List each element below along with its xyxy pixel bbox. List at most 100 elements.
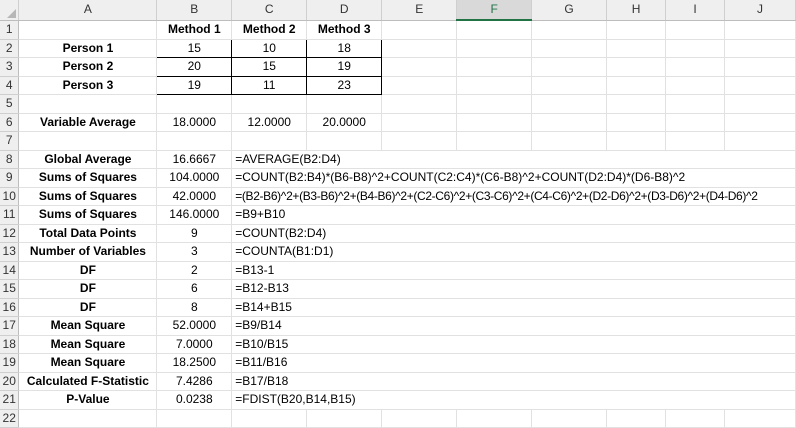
cell-c21-formula[interactable]: =FDIST(B20,B14,B15) [231, 390, 796, 410]
cell[interactable] [306, 94, 383, 114]
row-number[interactable]: 10 [0, 187, 20, 206]
column-header-g[interactable]: G [531, 0, 608, 21]
cell-b12[interactable]: 9 [156, 224, 233, 243]
cell-a15[interactable]: DF [18, 279, 158, 299]
column-header-d[interactable]: D [306, 0, 383, 21]
cell-d4[interactable]: 23 [306, 75, 383, 95]
cell-c4[interactable]: 11 [231, 75, 308, 95]
cell[interactable] [531, 113, 608, 132]
cell-b20[interactable]: 7.4286 [156, 372, 233, 391]
cell[interactable] [665, 113, 725, 132]
cell-c3[interactable]: 15 [231, 57, 308, 77]
row-number[interactable]: 14 [0, 261, 20, 280]
cell-b8[interactable]: 16.6667 [156, 150, 233, 169]
cell-a12[interactable]: Total Data Points [18, 224, 158, 243]
row-number[interactable]: 12 [0, 224, 20, 243]
cell-c9-formula[interactable]: =COUNT(B2:B4)*(B6-B8)^2+COUNT(C2:C4)*(C6… [231, 168, 796, 188]
cell[interactable] [231, 131, 308, 151]
cell-a6[interactable]: Variable Average [18, 113, 158, 132]
cell-d2[interactable]: 18 [306, 38, 383, 58]
row-number[interactable]: 5 [0, 94, 20, 114]
row-number[interactable]: 18 [0, 335, 20, 354]
row-number[interactable]: 4 [0, 76, 20, 95]
cell-b3[interactable]: 20 [156, 57, 233, 77]
cell[interactable] [665, 20, 725, 40]
row-number[interactable]: 19 [0, 353, 20, 373]
cell[interactable] [531, 57, 608, 77]
cell-a4[interactable]: Person 3 [18, 76, 158, 95]
column-header-a[interactable]: A [18, 0, 158, 21]
cell-b21[interactable]: 0.0238 [156, 390, 233, 410]
row-number[interactable]: 3 [0, 57, 20, 77]
cell-c1[interactable]: Method 2 [231, 20, 308, 40]
cell-c11-formula[interactable]: =B9+B10 [231, 205, 796, 225]
column-header-j[interactable]: J [724, 0, 796, 21]
cell-a17[interactable]: Mean Square [18, 316, 158, 336]
cell-b19[interactable]: 18.2500 [156, 353, 233, 373]
cell-b10[interactable]: 42.0000 [156, 187, 233, 206]
column-header-f[interactable]: F [456, 0, 533, 21]
cell-a16[interactable]: DF [18, 298, 158, 317]
cell-c6[interactable]: 12.0000 [231, 113, 308, 132]
cell[interactable] [531, 20, 608, 40]
cell[interactable] [606, 94, 667, 114]
cell-a1[interactable] [18, 20, 158, 40]
cell[interactable] [606, 39, 667, 58]
cell[interactable] [606, 57, 667, 77]
cell[interactable] [381, 57, 458, 77]
row-number[interactable]: 21 [0, 390, 20, 410]
column-header-b[interactable]: B [156, 0, 233, 21]
cell-b14[interactable]: 2 [156, 261, 233, 280]
row-number[interactable]: 1 [0, 20, 20, 40]
cell-a10[interactable]: Sums of Squares [18, 187, 158, 206]
cell[interactable] [456, 131, 533, 151]
cell-b11[interactable]: 146.0000 [156, 205, 233, 225]
row-number[interactable]: 7 [0, 131, 20, 151]
row-number[interactable]: 20 [0, 372, 20, 391]
cell[interactable] [665, 76, 725, 95]
cell-b15[interactable]: 6 [156, 279, 233, 299]
cell-b16[interactable]: 8 [156, 298, 233, 317]
row-number[interactable]: 9 [0, 168, 20, 188]
cell-c20-formula[interactable]: =B17/B18 [231, 372, 796, 391]
row-number[interactable]: 13 [0, 242, 20, 262]
cell-b2[interactable]: 15 [156, 38, 233, 58]
row-number[interactable]: 11 [0, 205, 20, 225]
cell[interactable] [531, 94, 608, 114]
row-number[interactable]: 8 [0, 150, 20, 169]
cell[interactable] [724, 39, 796, 58]
cell-b1[interactable]: Method 1 [156, 20, 233, 40]
cell[interactable] [456, 57, 533, 77]
row-number[interactable]: 16 [0, 298, 20, 317]
cell-a21[interactable]: P-Value [18, 390, 158, 410]
cell[interactable] [531, 76, 608, 95]
cell[interactable] [18, 94, 158, 114]
cell[interactable] [606, 131, 667, 151]
row-number[interactable]: 2 [0, 39, 20, 58]
cell-b4[interactable]: 19 [156, 75, 233, 95]
column-header-i[interactable]: I [665, 0, 725, 21]
row-number[interactable]: 15 [0, 279, 20, 299]
cell[interactable] [306, 131, 383, 151]
cell-b6[interactable]: 18.0000 [156, 113, 233, 132]
cell[interactable] [156, 94, 233, 114]
cell-a11[interactable]: Sums of Squares [18, 205, 158, 225]
cell[interactable] [724, 131, 796, 151]
cell-c2[interactable]: 10 [231, 38, 308, 58]
cell[interactable] [156, 131, 233, 151]
cell-a2[interactable]: Person 1 [18, 39, 158, 58]
cell-d1[interactable]: Method 3 [306, 20, 383, 40]
cell[interactable] [724, 57, 796, 77]
column-header-e[interactable]: E [381, 0, 458, 21]
cell-a18[interactable]: Mean Square [18, 335, 158, 354]
cell[interactable] [606, 113, 667, 132]
cell[interactable] [381, 76, 458, 95]
cell[interactable] [456, 94, 533, 114]
cell[interactable] [381, 131, 458, 151]
cell[interactable] [531, 39, 608, 58]
column-header-c[interactable]: C [231, 0, 308, 21]
cell[interactable] [724, 20, 796, 40]
cell-a14[interactable]: DF [18, 261, 158, 280]
cell-a13[interactable]: Number of Variables [18, 242, 158, 262]
cell-a8[interactable]: Global Average [18, 150, 158, 169]
